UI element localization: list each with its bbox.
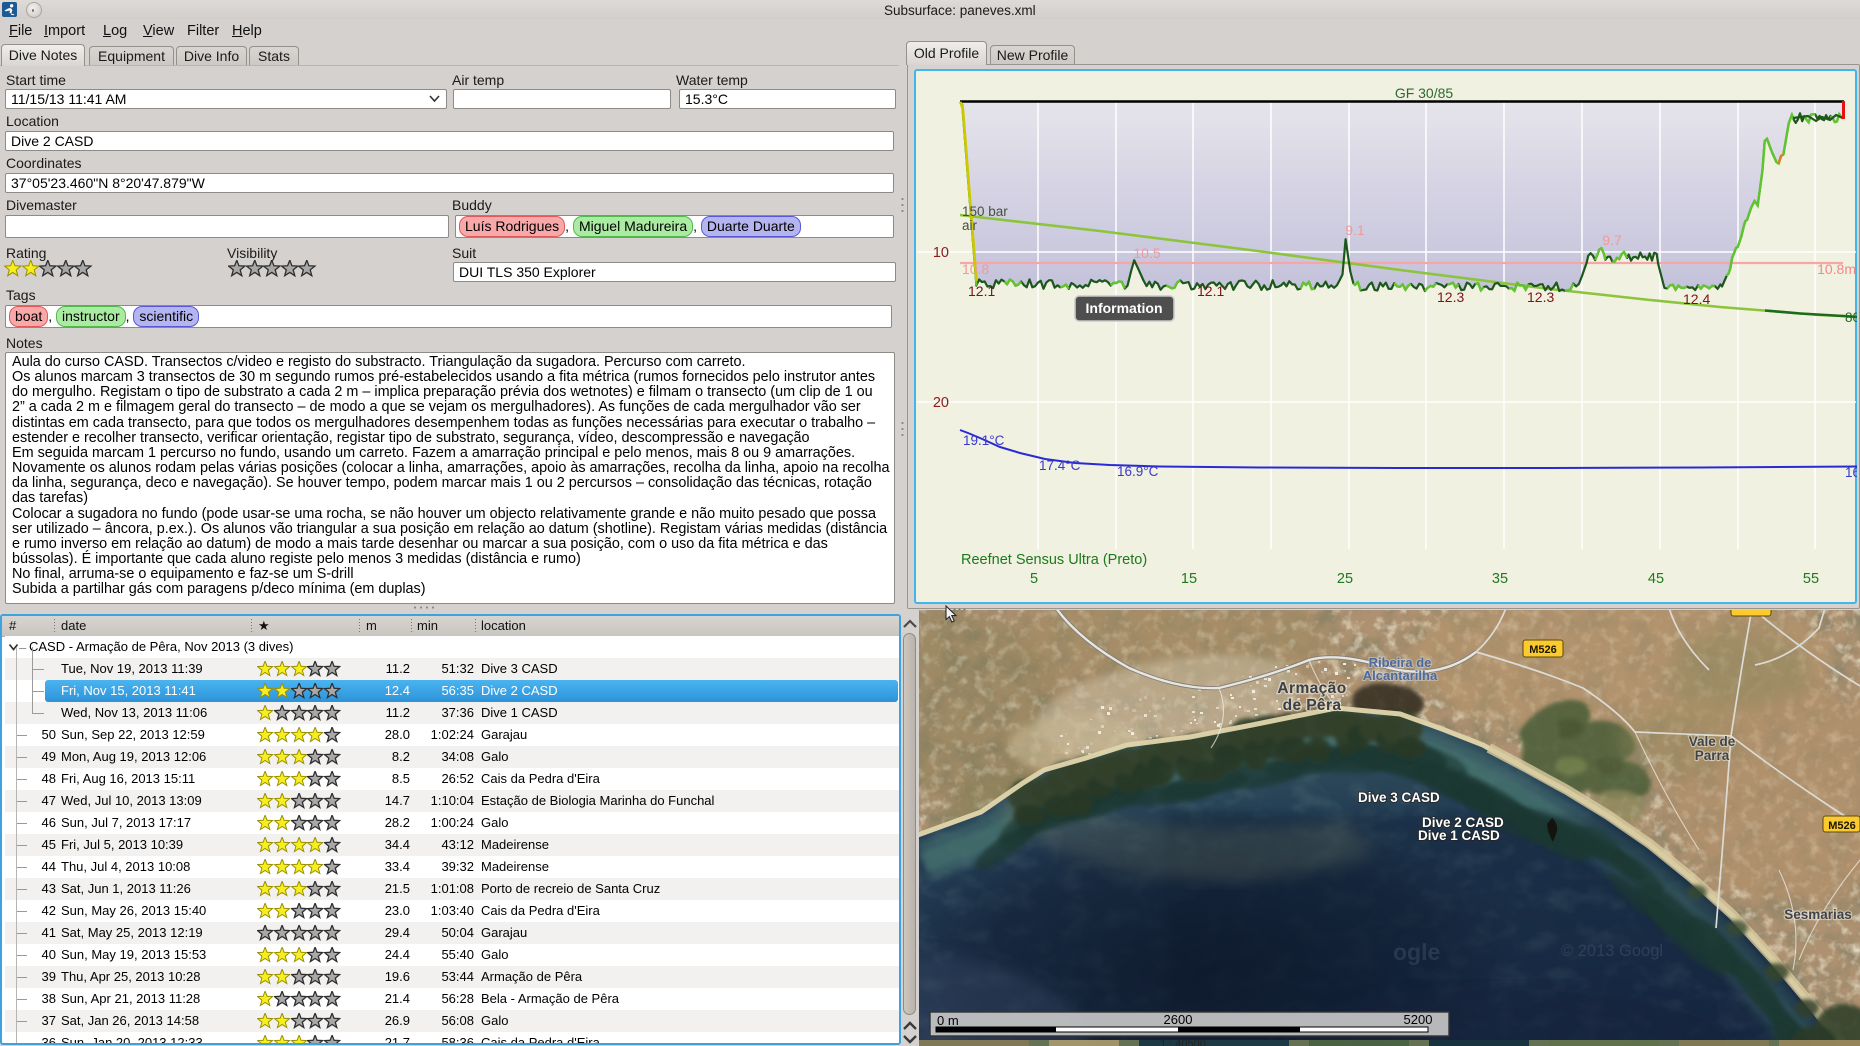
svg-text:12.1: 12.1	[968, 283, 995, 299]
svg-text:Dive 3 CASD: Dive 3 CASD	[1358, 790, 1440, 805]
svg-text:9.7: 9.7	[1602, 232, 1622, 248]
svg-text:150 bar: 150 bar	[962, 204, 1008, 219]
svg-text:2600: 2600	[1164, 1012, 1193, 1027]
svg-text:9.1: 9.1	[1345, 222, 1365, 238]
svg-text:de Pêra: de Pêra	[1283, 697, 1342, 714]
svg-text:10: 10	[933, 245, 949, 261]
svg-text:80: 80	[1845, 310, 1857, 325]
svg-text:17.4°C: 17.4°C	[1039, 458, 1081, 473]
svg-text:GF 30/85: GF 30/85	[1395, 85, 1454, 101]
svg-text:Vale de: Vale de	[1689, 734, 1736, 749]
svg-text:Armação: Armação	[1277, 680, 1346, 697]
svg-text:Dive 1 CASD: Dive 1 CASD	[1418, 828, 1500, 843]
svg-text:10.5: 10.5	[1133, 245, 1160, 261]
svg-text:55: 55	[1803, 571, 1819, 587]
svg-text:ogle: ogle	[1393, 939, 1440, 965]
svg-text:10.8: 10.8	[962, 261, 989, 277]
svg-text:10.8m: 10.8m	[1817, 261, 1856, 277]
svg-text:12.3: 12.3	[1437, 289, 1464, 305]
svg-text:19.1°C: 19.1°C	[963, 433, 1005, 448]
svg-text:35: 35	[1492, 571, 1508, 587]
svg-text:Alcantarilha: Alcantarilha	[1363, 668, 1438, 683]
svg-text:12.3: 12.3	[1527, 289, 1554, 305]
svg-text:Information: Information	[1086, 300, 1163, 316]
svg-text:air: air	[962, 218, 978, 233]
svg-text:20: 20	[933, 395, 949, 411]
svg-text:1 : 40500: 1 : 40500	[1160, 1038, 1206, 1046]
svg-text:25: 25	[1337, 571, 1353, 587]
svg-text:5: 5	[1030, 571, 1038, 587]
svg-text:M526: M526	[1529, 644, 1557, 656]
svg-text:5200: 5200	[1404, 1012, 1433, 1027]
svg-text:M526: M526	[1828, 820, 1856, 832]
svg-text:0 m: 0 m	[937, 1013, 959, 1028]
svg-text:16: 16	[1845, 465, 1857, 480]
svg-text:Reefnet Sensus Ultra (Preto): Reefnet Sensus Ultra (Preto)	[961, 552, 1147, 568]
svg-text:© 2013 Googl: © 2013 Googl	[1561, 942, 1663, 960]
svg-text:12.1: 12.1	[1197, 283, 1224, 299]
svg-text:Sesmarias: Sesmarias	[1784, 907, 1852, 922]
svg-text:16.9°C: 16.9°C	[1117, 464, 1159, 479]
svg-text:15: 15	[1181, 571, 1197, 587]
svg-text:45: 45	[1648, 571, 1664, 587]
svg-text:Parra: Parra	[1695, 748, 1730, 763]
svg-text:12.4: 12.4	[1683, 291, 1710, 307]
